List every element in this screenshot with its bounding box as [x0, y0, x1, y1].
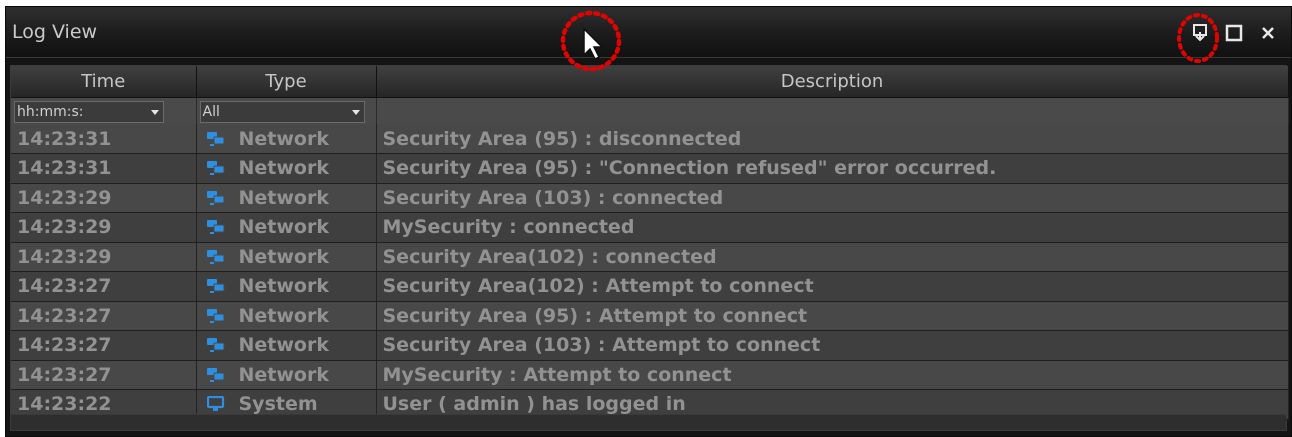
network-icon	[206, 308, 224, 323]
filter-row: hh:mm:s: All	[11, 97, 1289, 124]
time-cell: 14:23:29	[11, 183, 197, 213]
column-header-time[interactable]: Time	[11, 66, 197, 98]
log-table: Time Type Description hh:mm:s: All 14:23…	[11, 66, 1289, 420]
dock-icon[interactable]	[1190, 23, 1210, 43]
log-view-window: Log View Time Type Description hh:mm:s: …	[5, 6, 1292, 437]
type-label: Network	[238, 127, 329, 150]
network-icon	[206, 279, 224, 294]
type-label: Network	[238, 334, 329, 357]
description-cell: Security Area(102) : connected	[376, 242, 1289, 272]
network-icon	[206, 220, 224, 235]
table-row[interactable]: 14:23:31 Network Security Area (95) : "Con…	[11, 153, 1289, 184]
column-header-type[interactable]: Type	[196, 66, 377, 98]
network-icon	[206, 249, 224, 264]
type-label: Network	[238, 245, 329, 268]
column-header-description[interactable]: Description	[376, 66, 1289, 98]
type-label: Network	[238, 275, 329, 298]
type-cell: Network	[196, 212, 377, 243]
type-cell: Network	[196, 360, 377, 390]
type-label: Network	[238, 157, 329, 180]
system-icon	[206, 396, 224, 412]
description-cell: Security Area (95) : disconnected	[376, 124, 1289, 154]
description-filter-cell	[376, 97, 1289, 124]
type-cell: Network	[196, 124, 377, 154]
table-row[interactable]: 14:23:27 Network Security Area (95) : Atte…	[11, 301, 1289, 331]
time-cell: 14:23:29	[11, 242, 197, 272]
table-row[interactable]: 14:23:27 Network Security Area(102) : Atte…	[11, 271, 1289, 302]
log-grid: Time Type Description hh:mm:s: All 14:23…	[10, 65, 1289, 431]
table-row[interactable]: 14:23:27 Network MySecurity : Attempt to c…	[11, 360, 1289, 390]
type-label: Network	[238, 186, 329, 209]
type-filter-value: All	[202, 103, 220, 120]
header-row: Time Type Description	[11, 66, 1289, 98]
description-cell: MySecurity : Attempt to connect	[376, 360, 1289, 390]
network-icon	[206, 161, 224, 176]
description-cell: Security Area (95) : "Connection refused…	[376, 153, 1289, 184]
type-cell: Network	[196, 330, 377, 361]
type-cell: Network	[196, 183, 377, 213]
table-row[interactable]: 14:23:29 Network Security Area(102) : conn…	[11, 242, 1289, 272]
network-icon	[206, 367, 224, 382]
maximize-icon[interactable]	[1224, 23, 1244, 43]
log-rows: 14:23:31 Network Security Area (95) : disc…	[11, 124, 1289, 420]
time-cell: 14:23:29	[11, 212, 197, 243]
chevron-down-icon	[351, 109, 360, 115]
time-cell: 14:23:31	[11, 153, 197, 184]
type-cell: Network	[196, 301, 377, 331]
time-cell: 14:23:27	[11, 301, 197, 331]
time-cell: 14:23:27	[11, 271, 197, 302]
description-cell: Security Area (103) : Attempt to connect	[376, 330, 1289, 361]
type-label: Network	[238, 363, 329, 386]
description-cell: Security Area (103) : connected	[376, 183, 1289, 213]
description-cell: Security Area(102) : Attempt to connect	[376, 271, 1289, 302]
type-label: Network	[238, 216, 329, 239]
window-title: Log View	[12, 21, 98, 43]
table-row[interactable]: 14:23:29 Network MySecurity : connected	[11, 212, 1289, 243]
time-cell: 14:23:27	[11, 330, 197, 361]
description-cell: MySecurity : connected	[376, 212, 1289, 243]
title-bar[interactable]: Log View	[6, 7, 1291, 58]
table-row[interactable]: 14:23:27 Network Security Area (103) : Att…	[11, 330, 1289, 361]
network-icon	[206, 338, 224, 353]
horizontal-scrollbar[interactable]	[11, 414, 1286, 430]
table-row[interactable]: 14:23:31 Network Security Area (95) : disc…	[11, 124, 1289, 154]
time-cell: 14:23:31	[11, 124, 197, 154]
chevron-down-icon	[151, 109, 159, 115]
table-row[interactable]: 14:23:29 Network Security Area (103) : con…	[11, 183, 1289, 213]
type-label: System	[238, 393, 318, 416]
type-label: Network	[238, 304, 329, 327]
type-cell: Network	[196, 153, 377, 184]
type-filter-dropdown[interactable]: All	[199, 100, 365, 123]
time-filter-value: hh:mm:s:	[17, 103, 84, 120]
type-cell: Network	[196, 242, 377, 272]
network-icon	[206, 131, 224, 146]
type-cell: Network	[196, 271, 377, 302]
description-cell: Security Area (95) : Attempt to connect	[376, 301, 1289, 331]
time-filter-dropdown[interactable]: hh:mm:s:	[14, 100, 164, 123]
close-icon[interactable]	[1258, 23, 1278, 43]
network-icon	[206, 190, 224, 205]
time-cell: 14:23:27	[11, 360, 197, 390]
